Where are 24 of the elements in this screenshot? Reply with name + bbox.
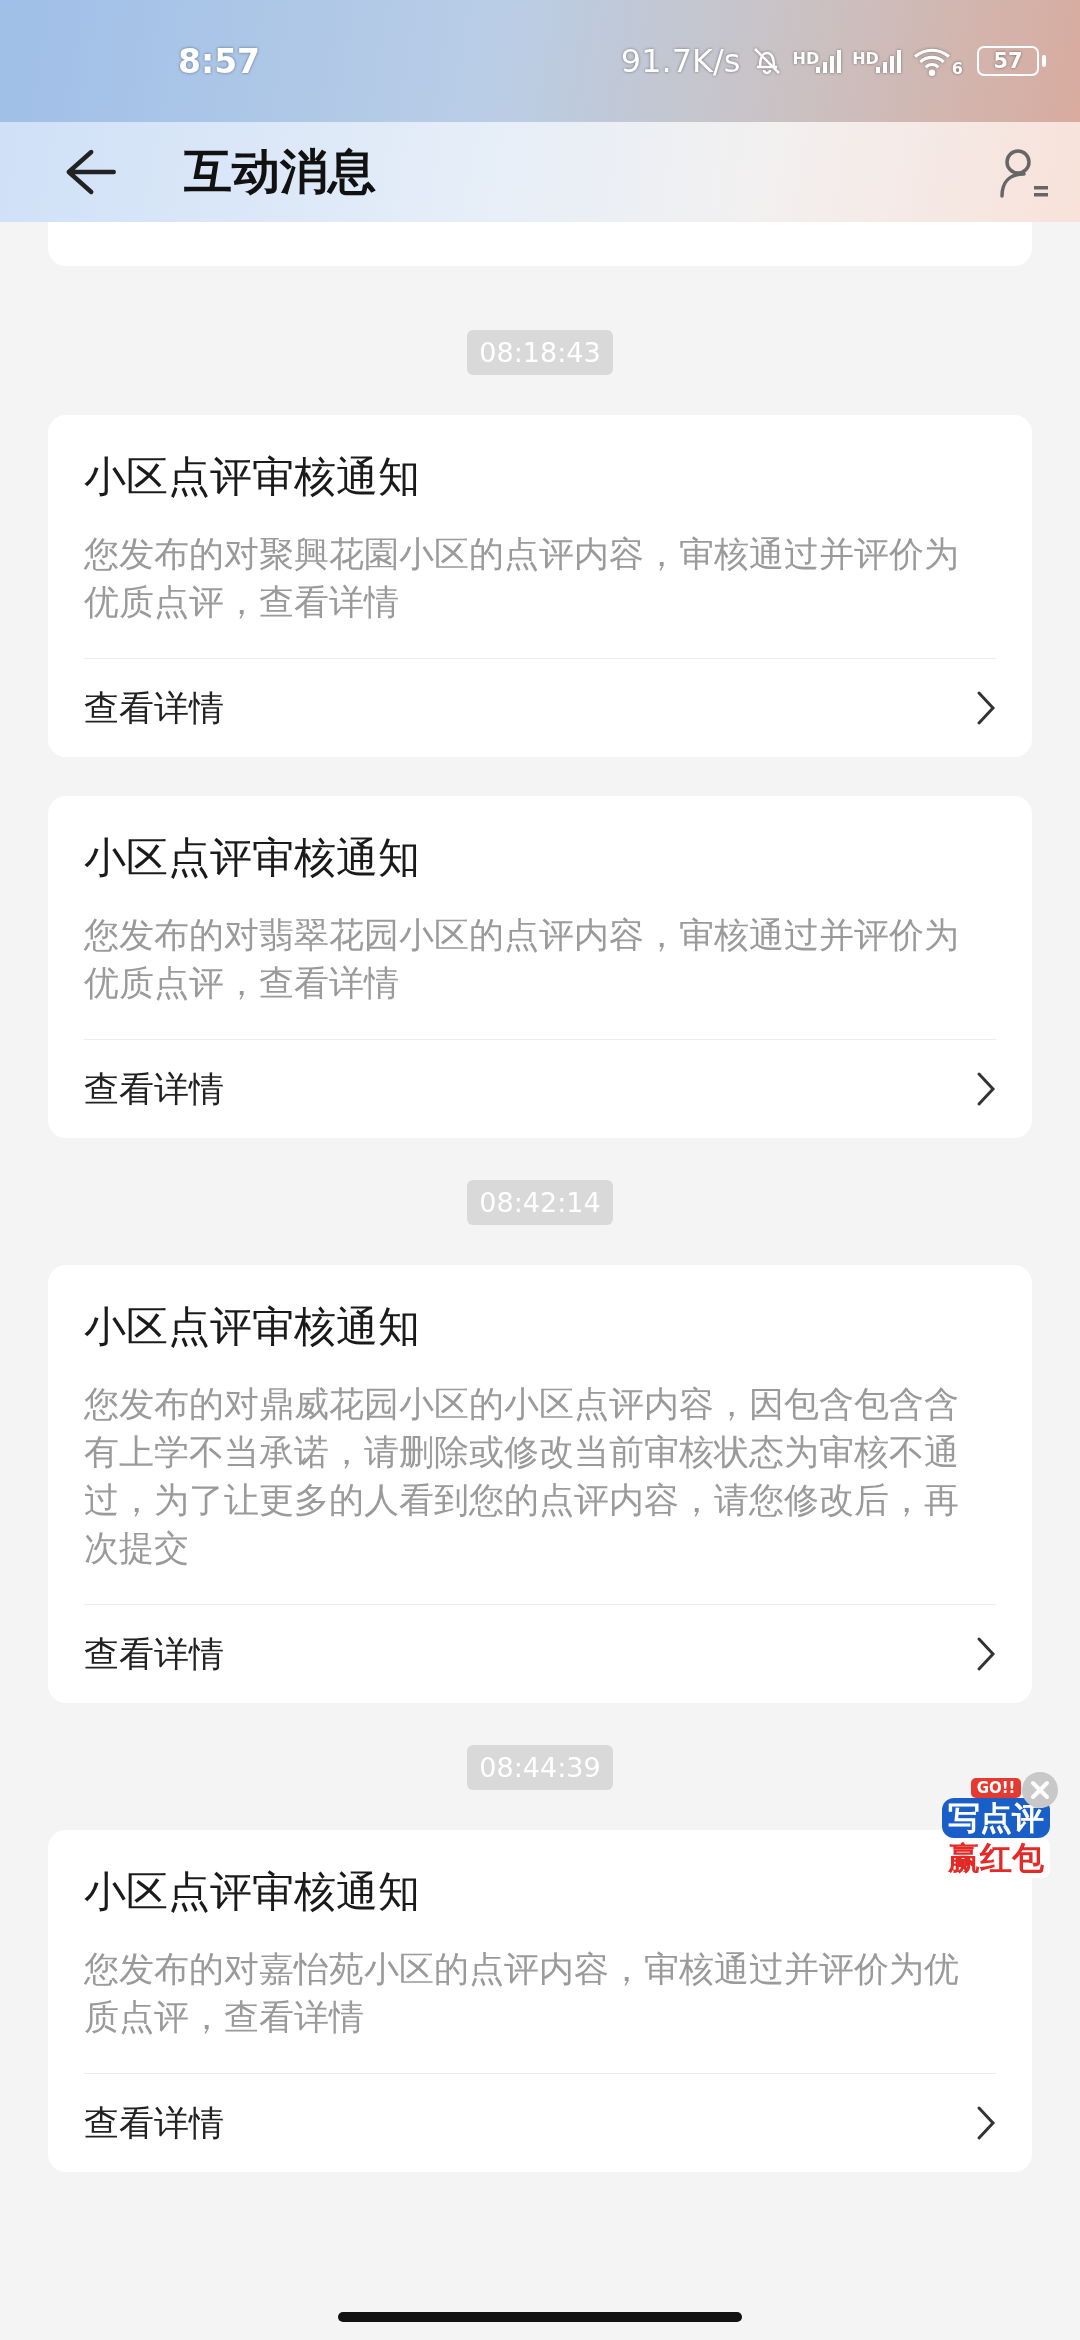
card-title: 小区点评审核通知 <box>84 1866 420 1918</box>
chevron-right-icon <box>976 2105 996 2141</box>
card-title: 小区点评审核通知 <box>84 832 420 884</box>
view-details-link[interactable]: 查看详情 <box>84 659 996 757</box>
card-title: 小区点评审核通知 <box>84 1301 420 1353</box>
promo-tag: GO!! <box>970 1778 1022 1798</box>
chevron-right-icon <box>976 1636 996 1672</box>
chevron-right-icon <box>976 690 996 726</box>
hd-label: HD <box>792 48 820 68</box>
view-details-link[interactable]: 查看详情 <box>84 2074 996 2172</box>
chevron-right-icon <box>976 1071 996 1107</box>
wifi-label: 6 <box>951 59 963 78</box>
view-details-link[interactable]: 查看详情 <box>84 1040 996 1138</box>
network-speed: 91.7K/s <box>620 42 741 80</box>
hd-label: HD <box>852 48 879 68</box>
card-message: 您发布的对嘉怡苑小区的点评内容，审核通过并评价为优质点评，查看详情 <box>84 1945 996 2074</box>
status-time: 8:57 <box>178 41 261 81</box>
card-title: 小区点评审核通知 <box>84 451 420 503</box>
card-message: 您发布的对翡翠花园小区的点评内容，审核通过并评价为优质点评，查看详情 <box>84 911 996 1040</box>
page-title: 互动消息 <box>184 142 377 201</box>
card-message: 您发布的对聚興花園小区的点评内容，审核通过并评价为优质点评，查看详情 <box>84 530 996 659</box>
battery-level: 57 <box>993 49 1023 73</box>
view-details-link[interactable]: 查看详情 <box>84 1605 996 1703</box>
card-message: 您发布的对鼎威花园小区的小区点评内容，因包含包含含有上学不当承诺，请删除或修改当前审核状态为审核不通过，为了让更多的人看到您的点评内容，请您修改后，再次提交 <box>84 1380 996 1605</box>
